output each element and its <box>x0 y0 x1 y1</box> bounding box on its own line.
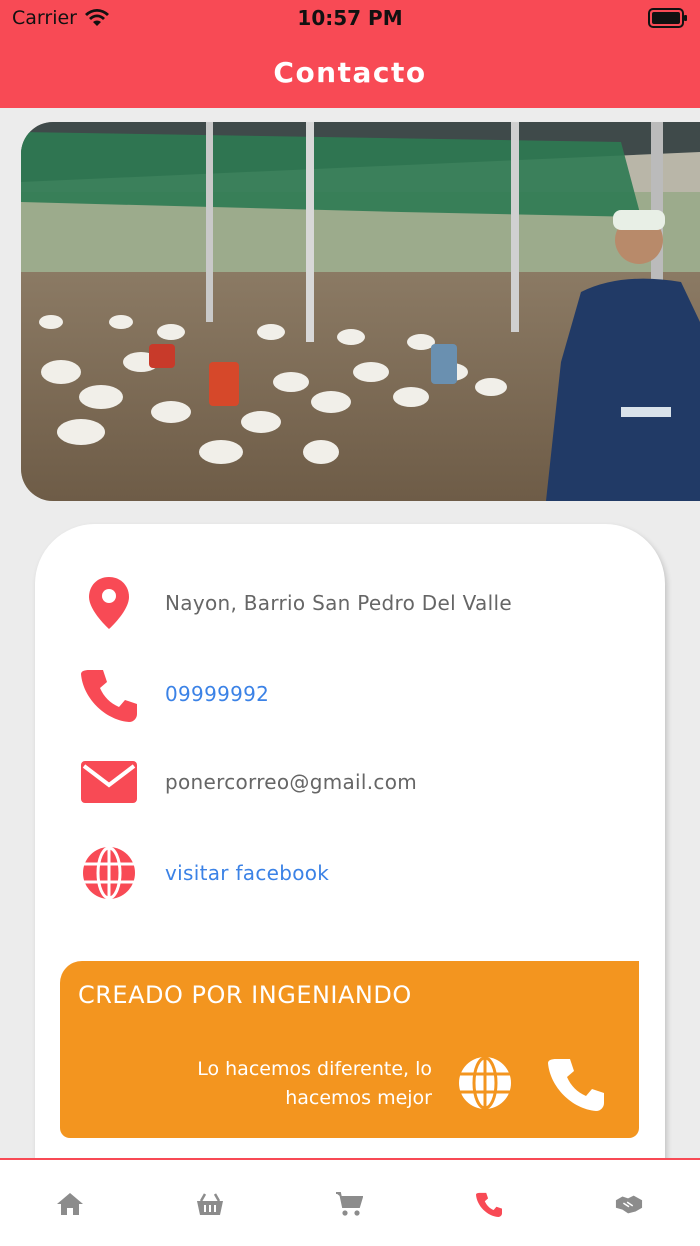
handshake-icon[interactable] <box>615 1190 643 1218</box>
battery-icon <box>648 8 688 32</box>
email-text[interactable]: ponercorreo@gmail.com <box>165 752 417 812</box>
map-pin-icon <box>79 573 139 633</box>
email-row[interactable]: ponercorreo@gmail.com <box>35 752 665 812</box>
facebook-link[interactable]: visitar facebook <box>165 843 329 903</box>
clock: 10:57 PM <box>297 6 403 30</box>
address-row: Nayon, Barrio San Pedro Del Valle <box>35 573 665 633</box>
phone-icon[interactable] <box>79 664 139 724</box>
globe-icon[interactable] <box>458 1056 512 1114</box>
cart-icon[interactable] <box>335 1190 363 1218</box>
promo-subtitle: Lo hacemos diferente, lo hacemos mejor <box>197 1058 432 1109</box>
phone-link[interactable]: 09999992 <box>165 664 269 724</box>
basket-icon[interactable] <box>196 1190 224 1218</box>
bottom-nav <box>0 1158 700 1246</box>
phone-icon[interactable] <box>475 1190 503 1218</box>
phone-row[interactable]: 09999992 <box>35 664 665 724</box>
phone-icon[interactable] <box>548 1055 604 1115</box>
contact-card: Nayon, Barrio San Pedro Del Valle 099999… <box>35 524 665 1244</box>
home-icon[interactable] <box>56 1190 84 1218</box>
page-title: Contacto <box>273 55 427 89</box>
facebook-row[interactable]: visitar facebook <box>35 843 665 903</box>
address-text: Nayon, Barrio San Pedro Del Valle <box>165 591 512 615</box>
promo-title: CREADO POR INGENIANDO <box>78 981 412 1009</box>
globe-icon <box>79 843 139 903</box>
hero-photo <box>21 122 700 501</box>
promo-banner: CREADO POR INGENIANDO Lo hacemos diferen… <box>60 961 639 1138</box>
app-header: Contacto <box>0 36 700 108</box>
status-bar: Carrier 10:57 PM <box>0 0 700 36</box>
envelope-icon <box>79 752 139 812</box>
